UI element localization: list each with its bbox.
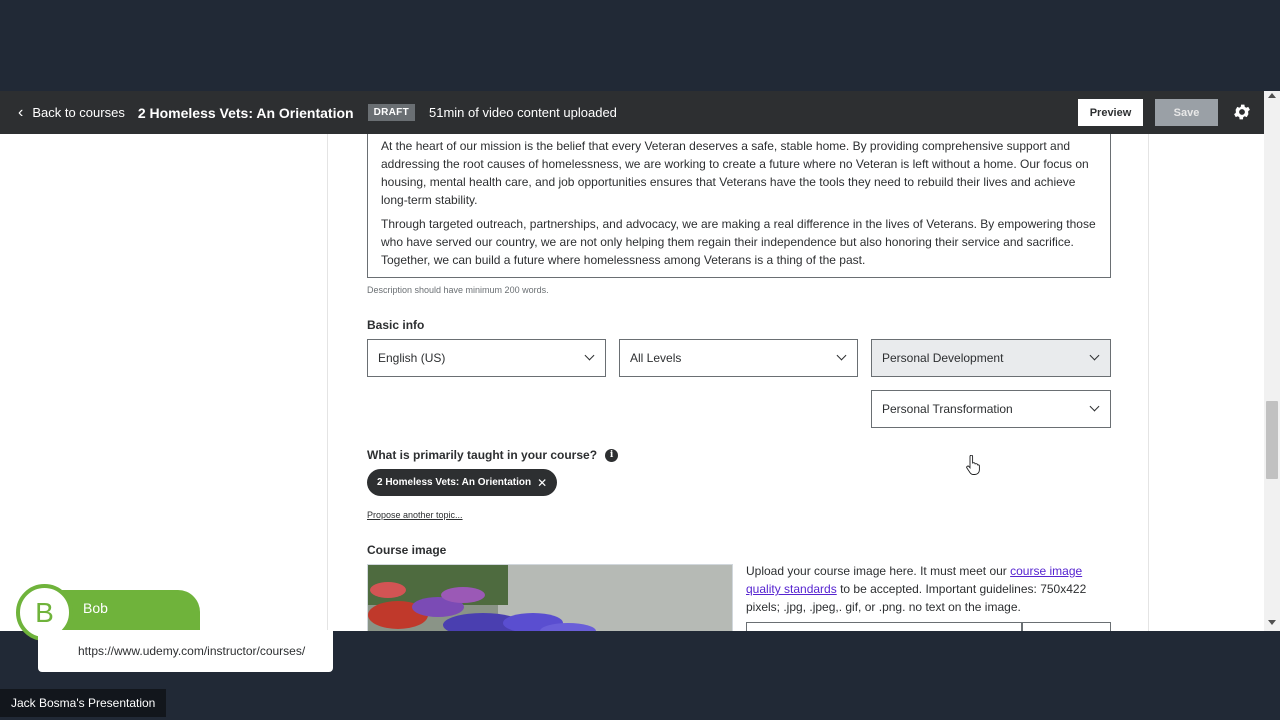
presenter-name: Bob: [83, 600, 108, 616]
course-landing-page-form: At the heart of our mission is the belie…: [327, 134, 1149, 631]
level-value: All Levels: [630, 351, 682, 365]
category-value: Personal Development: [882, 351, 1004, 365]
topic-pill-label: 2 Homeless Vets: An Orientation: [377, 477, 532, 488]
image-file-input[interactable]: [746, 622, 1022, 631]
chevron-down-icon: [1089, 350, 1100, 361]
course-header-bar: ‹ Back to courses 2 Homeless Vets: An Or…: [0, 91, 1264, 134]
chevron-down-icon: [1089, 401, 1100, 412]
chevron-down-icon: [836, 350, 847, 361]
selected-topic-pill: 2 Homeless Vets: An Orientation ✕: [367, 469, 558, 496]
close-icon[interactable]: ✕: [537, 476, 547, 490]
upload-status-text: 51min of video content uploaded: [428, 105, 617, 120]
description-paragraph: At the heart of our mission is the belie…: [381, 139, 1089, 207]
shared-url-caption: https://www.udemy.com/instructor/courses…: [38, 630, 333, 672]
basic-info-heading: Basic info: [367, 318, 425, 332]
subcategory-value: Personal Transformation: [882, 402, 1013, 416]
description-paragraph: Through targeted outreach, partnerships,…: [381, 217, 1096, 267]
scroll-up-arrow-icon[interactable]: [1268, 93, 1276, 98]
level-select[interactable]: All Levels: [619, 339, 858, 377]
course-image-photo: [368, 565, 732, 631]
primary-topic-label: What is primarily taught in your course?: [367, 448, 598, 462]
language-value: English (US): [378, 351, 446, 365]
course-image-preview: [367, 564, 733, 631]
upload-file-button[interactable]: [1022, 622, 1111, 631]
upload-text-before: Upload your course image here. It must m…: [746, 564, 1011, 578]
gear-icon[interactable]: [1232, 102, 1252, 122]
subcategory-select[interactable]: Personal Transformation: [871, 390, 1111, 428]
primary-topic-heading: What is primarily taught in your course?…: [367, 448, 619, 462]
propose-topic-link[interactable]: Propose another topic...: [367, 510, 463, 520]
presentation-title-label: Jack Bosma's Presentation: [0, 689, 167, 717]
back-to-courses-link[interactable]: ‹ Back to courses: [18, 103, 125, 121]
category-select[interactable]: Personal Development: [871, 339, 1111, 377]
save-button[interactable]: Save: [1155, 99, 1218, 126]
vertical-scrollbar[interactable]: [1264, 91, 1280, 631]
status-badge: DRAFT: [367, 104, 415, 121]
hand-cursor-icon: [966, 455, 980, 475]
course-image-heading: Course image: [367, 543, 447, 557]
description-hint: Description should have minimum 200 word…: [367, 285, 549, 295]
preview-button[interactable]: Preview: [1078, 99, 1143, 126]
browser-viewport: ‹ Back to courses 2 Homeless Vets: An Or…: [0, 91, 1280, 631]
course-description-editor[interactable]: At the heart of our mission is the belie…: [367, 134, 1111, 278]
back-label: Back to courses: [32, 105, 125, 120]
chevron-left-icon: ‹: [18, 103, 24, 121]
chevron-down-icon: [584, 350, 595, 361]
scroll-down-arrow-icon[interactable]: [1268, 620, 1276, 625]
info-icon[interactable]: i: [605, 448, 619, 462]
language-select[interactable]: English (US): [367, 339, 606, 377]
course-image-guidelines: Upload your course image here. It must m…: [746, 562, 1111, 616]
course-title: 2 Homeless Vets: An Orientation: [137, 104, 354, 121]
scroll-thumb[interactable]: [1266, 401, 1278, 479]
